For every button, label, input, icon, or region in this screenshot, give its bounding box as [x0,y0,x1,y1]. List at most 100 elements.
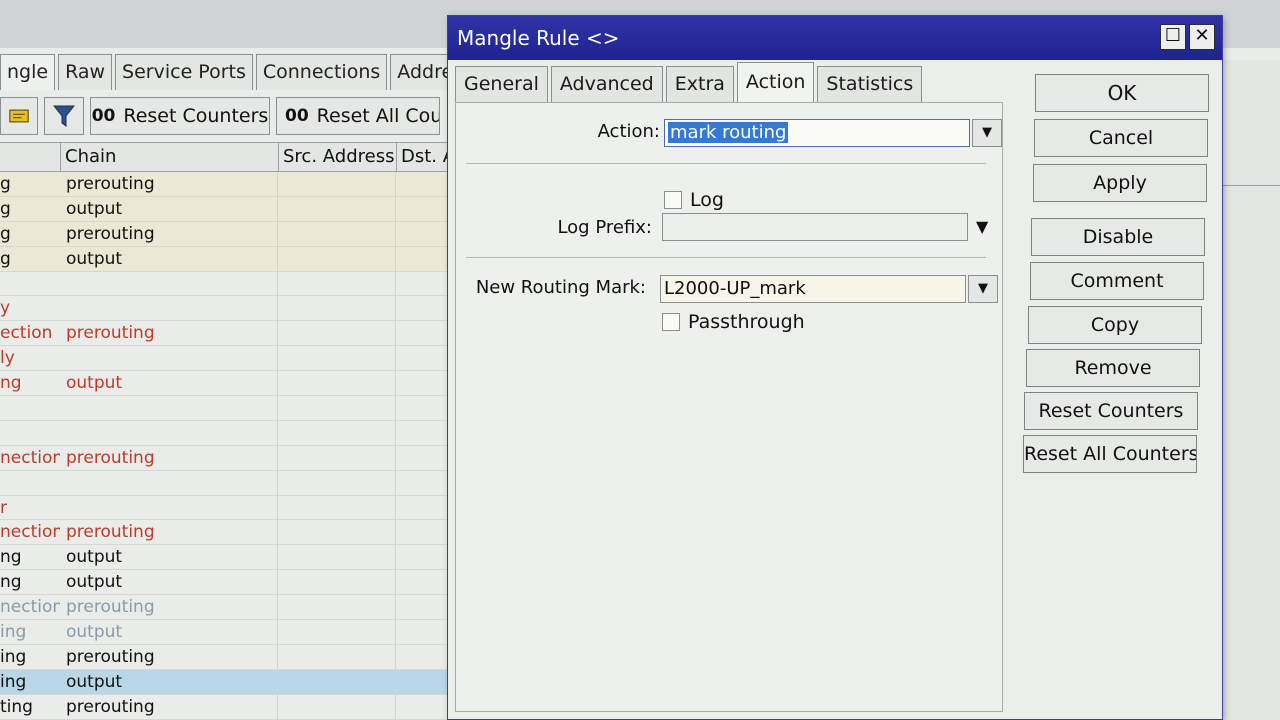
counter-icon: 00 [285,106,309,126]
bg-table-row[interactable]: nection prerouting [0,595,460,621]
new-routing-mark-input[interactable]: L2000-UP_mark [660,275,966,303]
bg-table-row[interactable]: ing output [0,620,460,645]
dialog-titlebar[interactable]: Mangle Rule <> ☐ ✕ [448,16,1222,60]
chevron-down-icon: ▼ [978,281,988,296]
bg-tab-service-ports[interactable]: Service Ports [115,54,253,90]
new-routing-mark-dropdown-button[interactable]: ▼ [968,275,998,303]
bg-cell-src-address [278,669,396,694]
bg-cell-chain: prerouting [60,644,278,669]
bg-filter-button[interactable] [44,97,84,135]
log-prefix-dropdown-icon[interactable]: ▼ [976,217,988,236]
bg-table-row[interactable]: y [0,296,460,322]
bg-cell-action: ly [0,348,15,369]
bg-cell-chain: output [60,196,278,221]
bg-table-row[interactable]: ting prerouting [0,694,460,720]
bg-cell-action: ng [0,547,22,568]
tab-extra[interactable]: Extra [665,66,734,102]
log-checkbox[interactable] [664,191,682,209]
bg-table-row[interactable]: ection prerouting [0,321,460,347]
bg-cell-src-address [278,296,396,321]
tab-advanced[interactable]: Advanced [550,66,663,102]
copy-button[interactable]: Copy [1028,306,1202,344]
bg-cell-src-address [278,196,396,221]
reset-counters-button[interactable]: Reset Counters [1024,392,1198,430]
bg-cell-chain: prerouting [60,321,278,346]
bg-table-row[interactable]: g prerouting [0,221,460,247]
comment-button[interactable]: Comment [1030,262,1204,300]
bg-cell-action: g [0,248,11,269]
bg-cell-src-address [278,495,396,520]
bg-cell-src-address [278,346,396,371]
bg-cell-src-address [278,644,396,669]
bg-cell-chain: output [60,545,278,570]
bg-table-row[interactable]: ly [0,346,460,372]
bg-table-row[interactable]: ng output [0,545,460,571]
bg-table-row[interactable]: ng output [0,371,460,397]
bg-cell-src-address [278,172,396,196]
cancel-button[interactable]: Cancel [1034,119,1208,157]
action-dropdown-button[interactable]: ▼ [972,119,1002,147]
bg-col-chain[interactable]: Chain [60,143,278,171]
bg-table-row[interactable] [0,396,460,421]
bg-table-row[interactable]: nection prerouting [0,445,460,471]
bg-reset-all-counters-label: Reset All Coun [316,105,439,127]
ok-button[interactable]: OK [1035,74,1209,112]
action-select[interactable]: mark routing [664,119,970,147]
bg-cell-action: ting [0,696,33,717]
tab-action[interactable]: Action [736,62,815,102]
bg-cell-chain: prerouting [60,445,278,470]
maximize-icon[interactable]: ☐ [1160,24,1186,50]
bg-cell-action: r [0,497,7,518]
background-rules-table: Chain Src. Address Dst. A g prerouting g ou… [0,142,460,720]
action-tab-panel: Action: mark routing ▼ Log Log Prefix: ▼… [455,102,1003,712]
bg-cell-chain: prerouting [60,172,278,196]
bg-cell-chain [60,271,278,296]
mangle-rule-dialog: Mangle Rule <> ☐ ✕ General Advanced Extr… [447,15,1223,720]
background-toolbar: 00 Reset Counters 00 Reset All Coun [0,94,440,138]
bg-cell-src-address [278,595,396,620]
bg-col-action[interactable] [0,143,60,171]
bg-cell-action: g [0,223,11,244]
bg-tab-connections[interactable]: Connections [255,54,388,90]
bg-cell-src-address [278,271,396,296]
log-prefix-input[interactable] [662,213,968,241]
bg-col-src-address[interactable]: Src. Address [278,143,396,171]
bg-cell-chain: prerouting [60,221,278,246]
bg-table-row[interactable]: nection prerouting [0,520,460,546]
remove-button[interactable]: Remove [1026,349,1200,387]
bg-tab-raw[interactable]: Raw [58,54,113,90]
bg-reset-counters-button[interactable]: 00 Reset Counters [90,97,270,135]
bg-cell-src-address [278,371,396,396]
separator [466,163,986,164]
bg-cell-action: nection [0,447,60,468]
bg-table-row[interactable]: g prerouting [0,172,460,197]
bg-cell-action: ing [0,671,27,692]
bg-tab-mangle[interactable]: ngle [0,54,56,90]
bg-table-row[interactable]: g output [0,196,460,222]
tab-statistics[interactable]: Statistics [817,66,923,102]
disable-button[interactable]: Disable [1031,218,1205,256]
bg-table-row[interactable] [0,271,460,297]
bg-reset-all-counters-button[interactable]: 00 Reset All Coun [276,97,440,135]
tab-general[interactable]: General [455,66,548,102]
bg-table-row[interactable]: ng output [0,570,460,596]
bg-table-row[interactable]: r [0,495,460,521]
bg-cell-chain [60,396,278,420]
bg-table-row[interactable]: g output [0,246,460,272]
dialog-tabs: General Advanced Extra Action Statistics [455,62,925,102]
bg-comment-button[interactable] [0,97,38,135]
bg-table-row[interactable]: ing output [0,669,460,695]
reset-all-counters-button[interactable]: Reset All Counters [1023,435,1197,473]
bg-cell-action [0,396,60,420]
bg-table-row[interactable] [0,420,460,446]
bg-cell-src-address [278,545,396,570]
close-icon[interactable]: ✕ [1189,24,1215,50]
bg-table-row[interactable] [0,470,460,496]
bg-table-row[interactable]: ing prerouting [0,644,460,670]
apply-button[interactable]: Apply [1033,164,1207,202]
separator [466,257,986,258]
passthrough-checkbox[interactable] [662,313,680,331]
bg-cell-action: nection [0,522,60,543]
bg-cell-action [0,272,60,296]
bg-cell-chain [60,296,278,321]
